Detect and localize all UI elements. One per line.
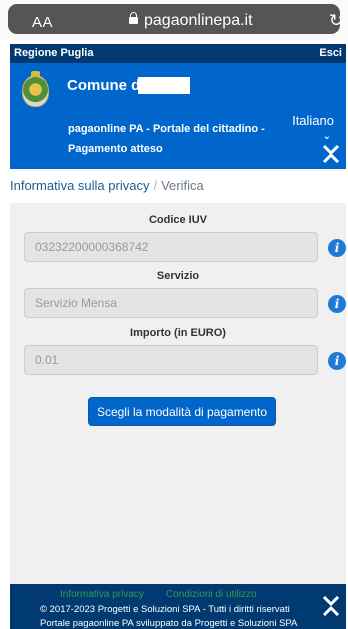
service-label: Servizio xyxy=(156,270,200,282)
language-selector[interactable]: Italiano xyxy=(292,113,334,128)
payment-form: Codice IUV i Servizio i Importo (in EURO… xyxy=(10,203,346,584)
breadcrumb-privacy-link[interactable]: Informativa sulla privacy xyxy=(10,178,149,193)
url-text[interactable]: pagaonlinepa.it xyxy=(144,12,253,30)
municipal-crest-icon xyxy=(22,71,49,107)
comune-title: Comune di xyxy=(67,77,145,94)
logout-link[interactable]: Esci xyxy=(319,47,342,59)
credit-text: Portale pagaonline PA sviluppato da Prog… xyxy=(40,618,298,629)
amount-field[interactable] xyxy=(24,345,318,375)
info-icon[interactable]: i xyxy=(328,295,346,313)
info-icon[interactable]: i xyxy=(328,239,346,257)
site-footer: Informativa privacy Condizioni di utilizz… xyxy=(10,584,346,629)
portal-title: pagaonline PA - Portale del cittadino - xyxy=(68,123,265,135)
chevron-down-icon[interactable]: ⌄ xyxy=(323,131,331,142)
service-field[interactable] xyxy=(24,288,318,318)
copyright-text: © 2017-2023 Progetti e Soluzioni SPA - T… xyxy=(40,604,290,615)
collapse-icon[interactable] xyxy=(322,145,340,163)
region-label: Regione Puglia xyxy=(14,47,94,59)
breadcrumb-current: Verifica xyxy=(161,178,204,193)
footer-links: Informativa privacy Condizioni di utilizz… xyxy=(60,589,257,600)
info-icon[interactable]: i xyxy=(328,352,346,370)
iuv-field[interactable] xyxy=(24,232,318,262)
choose-payment-method-button[interactable]: Scegli la modalità di pagamento xyxy=(88,397,276,426)
text-size-button[interactable]: AA xyxy=(32,14,53,31)
page-subtitle: Pagamento atteso xyxy=(68,143,163,155)
breadcrumb: Informativa sulla privacy / Verifica xyxy=(10,178,204,193)
breadcrumb-separator: / xyxy=(153,178,158,193)
lock-icon xyxy=(129,12,138,24)
redacted-municipality-name xyxy=(138,77,190,94)
scroll-toggle-icon[interactable] xyxy=(322,596,340,616)
browser-toolbar: AA pagaonlinepa.it ↻ xyxy=(0,0,348,40)
iuv-label: Codice IUV xyxy=(148,214,208,226)
address-bar[interactable]: AA pagaonlinepa.it ↻ xyxy=(8,4,343,34)
terms-of-use-link[interactable]: Condizioni di utilizzo xyxy=(166,589,257,600)
amount-label: Importo (in EURO) xyxy=(130,327,226,339)
privacy-policy-link[interactable]: Informativa privacy xyxy=(60,589,144,600)
region-bar: Regione Puglia Esci xyxy=(10,44,346,63)
reload-icon[interactable]: ↻ xyxy=(329,11,343,31)
site-header: Comune di pagaonline PA - Portale del ci… xyxy=(10,63,346,169)
